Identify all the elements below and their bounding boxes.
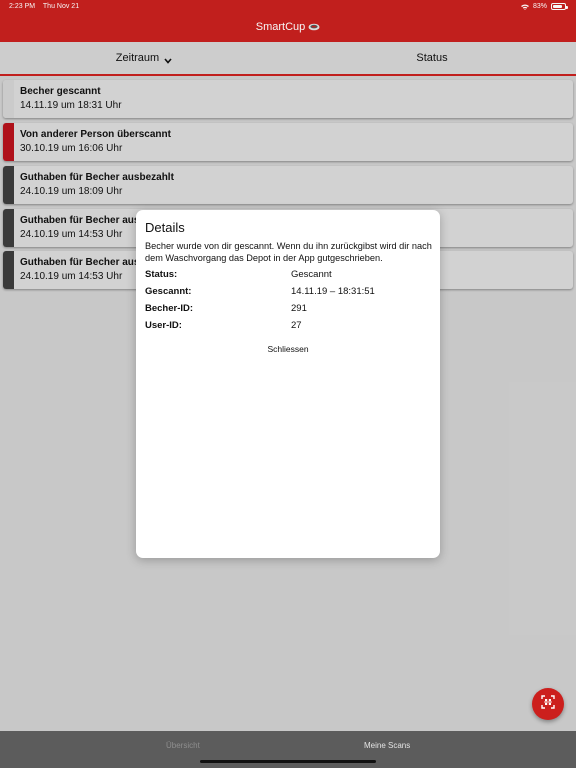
detail-value: 14.11.19 – 18:31:51 [291,286,375,297]
details-dialog: Details Becher wurde von dir gescannt. W… [136,210,440,558]
dialog-title: Details [145,220,185,235]
dialog-description: Becher wurde von dir gescannt. Wenn du i… [145,241,432,263]
detail-label: User-ID: [145,320,182,331]
detail-label: Gescannt: [145,286,192,297]
close-button[interactable]: Schliessen [136,344,440,354]
detail-label: Becher-ID: [145,303,194,314]
detail-value: 27 [291,320,302,331]
home-indicator [200,760,376,763]
tab-meine-scans[interactable]: Meine Scans [364,741,410,750]
qr-scan-icon [541,694,555,714]
detail-label: Status: [145,269,178,280]
detail-value: 291 [291,303,307,314]
tab-uebersicht[interactable]: Übersicht [166,741,200,750]
scan-fab-button[interactable] [532,688,564,720]
detail-value: Gescannt [291,269,332,280]
